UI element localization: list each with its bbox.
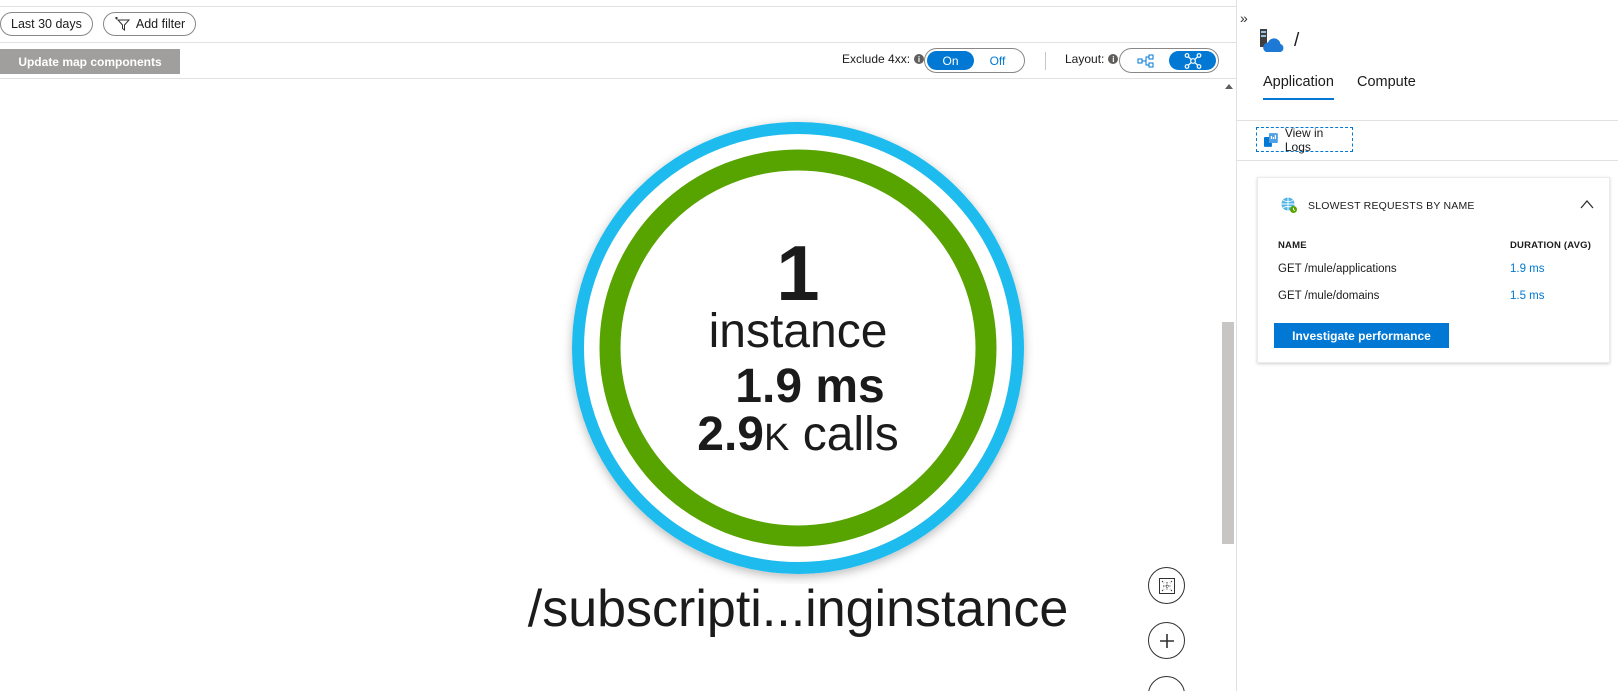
- slowest-requests-card: SLOWEST REQUESTS BY NAME NAME DURATION (…: [1257, 177, 1610, 363]
- node-calls: 2.9K calls: [562, 411, 1034, 459]
- application-map-page: Last 30 days Add filter Update map compo…: [0, 0, 1618, 691]
- view-in-logs-button[interactable]: View in Logs: [1256, 125, 1353, 154]
- toolbar-separator: [1045, 52, 1046, 70]
- minus-icon: [1158, 686, 1176, 691]
- resource-title: /: [1294, 30, 1300, 51]
- scrollbar-thumb[interactable]: [1222, 322, 1234, 544]
- column-header-duration[interactable]: DURATION (AVG): [1510, 240, 1591, 251]
- app-node[interactable]: 1 instance 1.9 ms 2.9K calls: [562, 112, 1034, 584]
- node-name[interactable]: /subscripti...inginstance: [470, 580, 1126, 638]
- info-icon[interactable]: i: [914, 54, 925, 64]
- node-duration: 1.9 ms: [735, 360, 885, 413]
- filter-bar: Last 30 days Add filter: [0, 12, 197, 38]
- network-layout-icon: [1184, 52, 1201, 69]
- add-filter-icon: [114, 16, 131, 31]
- logs-icon: [1263, 132, 1278, 147]
- zoom-out-button[interactable]: [1148, 676, 1185, 691]
- tab-compute[interactable]: Compute: [1357, 74, 1416, 98]
- node-instance-count: 1: [776, 229, 820, 317]
- collapse-panel-icon[interactable]: »: [1240, 10, 1248, 26]
- layout-hierarchical-option[interactable]: [1122, 51, 1169, 70]
- node-calls-label: calls: [789, 408, 899, 461]
- actions-divider: [1237, 160, 1618, 161]
- fit-screen-icon: [1158, 577, 1175, 594]
- request-row-name[interactable]: GET /mule/applications: [1278, 263, 1397, 275]
- request-row-name[interactable]: GET /mule/domains: [1278, 290, 1379, 302]
- view-in-logs-label: View in Logs: [1284, 125, 1324, 154]
- top-divider: [0, 6, 1236, 7]
- layout-toggle[interactable]: [1119, 48, 1219, 73]
- add-filter-label: Add filter: [135, 17, 186, 31]
- node-calls-unit: K: [764, 417, 790, 459]
- scroll-up-arrow-icon[interactable]: [1225, 84, 1233, 89]
- chevron-up-icon[interactable]: [1580, 198, 1594, 212]
- investigate-performance-button[interactable]: Investigate performance: [1274, 323, 1449, 348]
- node-instance-label: instance: [708, 305, 888, 358]
- tabs-divider: [1237, 120, 1618, 121]
- filter-divider: [0, 42, 1236, 43]
- add-filter-button[interactable]: Add filter: [102, 12, 197, 36]
- request-row-duration[interactable]: 1.9 ms: [1510, 263, 1545, 275]
- request-row-duration[interactable]: 1.5 ms: [1510, 290, 1545, 302]
- exclude-off-option[interactable]: Off: [974, 51, 1021, 70]
- layout-network-option[interactable]: [1169, 51, 1216, 70]
- info-icon[interactable]: i: [1108, 54, 1119, 64]
- layout-text: Layout:: [1065, 52, 1105, 66]
- exclude-4xx-text: Exclude 4xx:: [842, 52, 911, 66]
- tab-application[interactable]: Application: [1263, 74, 1334, 100]
- time-range-label: Last 30 days: [11, 17, 82, 31]
- layout-label: Layout: i: [1065, 52, 1119, 66]
- app-service-icon: [1260, 29, 1284, 52]
- hierarchy-layout-icon: [1137, 54, 1153, 67]
- update-map-components-button[interactable]: Update map components: [0, 49, 180, 74]
- exclude-4xx-toggle[interactable]: On Off: [924, 48, 1025, 73]
- fit-to-screen-button[interactable]: [1148, 567, 1185, 604]
- card-title: SLOWEST REQUESTS BY NAME: [1308, 200, 1475, 212]
- requests-globe-icon: [1281, 197, 1297, 213]
- exclude-on-option[interactable]: On: [927, 51, 974, 70]
- time-range-filter[interactable]: Last 30 days: [0, 12, 93, 36]
- zoom-in-button[interactable]: [1148, 622, 1185, 659]
- exclude-4xx-label: Exclude 4xx: i: [842, 52, 925, 66]
- column-header-name[interactable]: NAME: [1278, 240, 1307, 251]
- map-canvas[interactable]: 1 instance 1.9 ms 2.9K calls /subscripti…: [0, 79, 1220, 691]
- plus-icon: [1159, 633, 1174, 648]
- node-calls-number: 2.9: [697, 408, 764, 461]
